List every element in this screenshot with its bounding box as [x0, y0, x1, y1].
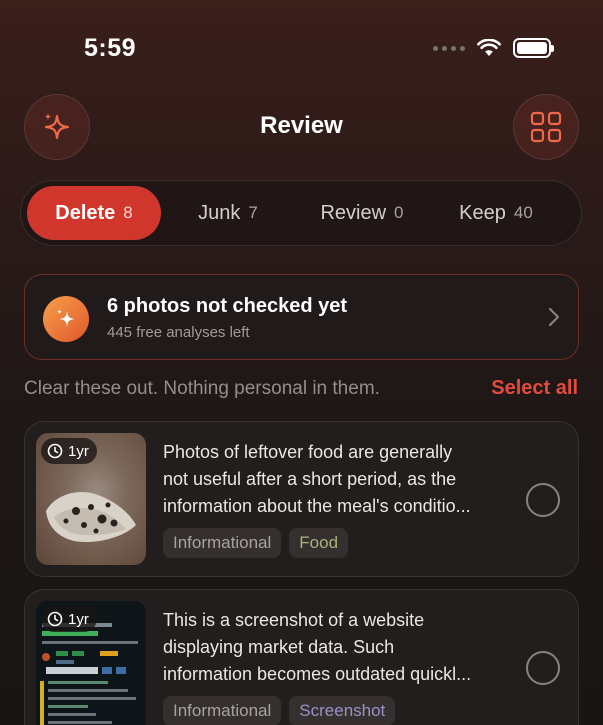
category-tabs: Delete 8 Junk 7 Review 0 Keep 40	[20, 180, 582, 246]
sparkles-icon	[43, 296, 89, 342]
tab-delete[interactable]: Delete 8	[27, 186, 161, 240]
tag-list: Informational Screenshot	[163, 696, 396, 725]
unchecked-photos-banner[interactable]: 6 photos not checked yet 445 free analys…	[24, 274, 579, 360]
tab-label: Review	[320, 201, 387, 224]
tab-label: Keep	[459, 201, 506, 224]
wifi-icon	[477, 39, 501, 56]
tab-junk[interactable]: Junk 7	[161, 186, 295, 240]
age-badge: 1yr	[41, 606, 97, 632]
grid-view-button[interactable]	[513, 94, 579, 160]
cellular-signal-icon	[433, 45, 465, 51]
banner-title: 6 photos not checked yet	[107, 295, 348, 317]
description-line: information about the meal's conditio...	[163, 496, 471, 516]
section-hint: Clear these out. Nothing personal in the…	[24, 378, 380, 399]
tag-informational: Informational	[163, 528, 282, 558]
clock-icon	[47, 611, 63, 627]
tab-count: 40	[513, 203, 533, 222]
tab-count: 8	[123, 203, 133, 222]
card-description: Photos of leftover food are generally no…	[163, 439, 513, 520]
status-icons	[433, 38, 554, 58]
grid-icon	[530, 111, 562, 143]
tab-review[interactable]: Review 0	[295, 186, 429, 240]
photo-thumbnail: 1yr	[36, 601, 146, 725]
description-line: not useful after a short period, as the	[163, 469, 457, 489]
chevron-right-icon	[548, 307, 560, 327]
select-radio[interactable]	[526, 483, 560, 517]
age-badge: 1yr	[41, 438, 97, 464]
header: Review	[24, 94, 579, 160]
card-description: This is a screenshot of a website displa…	[163, 607, 513, 688]
description-line: information becomes outdated quickl...	[163, 664, 472, 684]
tab-count: 0	[394, 203, 404, 222]
status-bar: 5:59	[0, 0, 603, 90]
tag-informational: Informational	[163, 696, 282, 725]
tab-label: Junk	[198, 201, 241, 224]
status-time: 5:59	[84, 34, 137, 62]
age-label: 1yr	[68, 442, 89, 460]
age-label: 1yr	[68, 610, 89, 628]
tag-food: Food	[289, 528, 349, 558]
tag-list: Informational Food	[163, 528, 349, 558]
select-radio[interactable]	[526, 651, 560, 685]
photo-card[interactable]: 1yr Photos of leftover food are generall…	[24, 421, 579, 577]
description-line: Photos of leftover food are generally	[163, 442, 453, 462]
tab-count: 7	[248, 203, 258, 222]
description-line: displaying market data. Such	[163, 637, 395, 657]
tag-screenshot: Screenshot	[289, 696, 396, 725]
tab-label: Delete	[55, 201, 116, 224]
tab-keep[interactable]: Keep 40	[429, 186, 563, 240]
page-title: Review	[260, 112, 343, 139]
photo-card[interactable]: 1yr This is a screenshot of a website di…	[24, 589, 579, 725]
banner-subtitle: 445 free analyses left	[107, 324, 250, 341]
clock-icon	[47, 443, 63, 459]
description-line: This is a screenshot of a website	[163, 610, 425, 630]
battery-icon	[513, 38, 554, 58]
select-all-button[interactable]: Select all	[491, 377, 578, 400]
photo-thumbnail: 1yr	[36, 433, 146, 565]
